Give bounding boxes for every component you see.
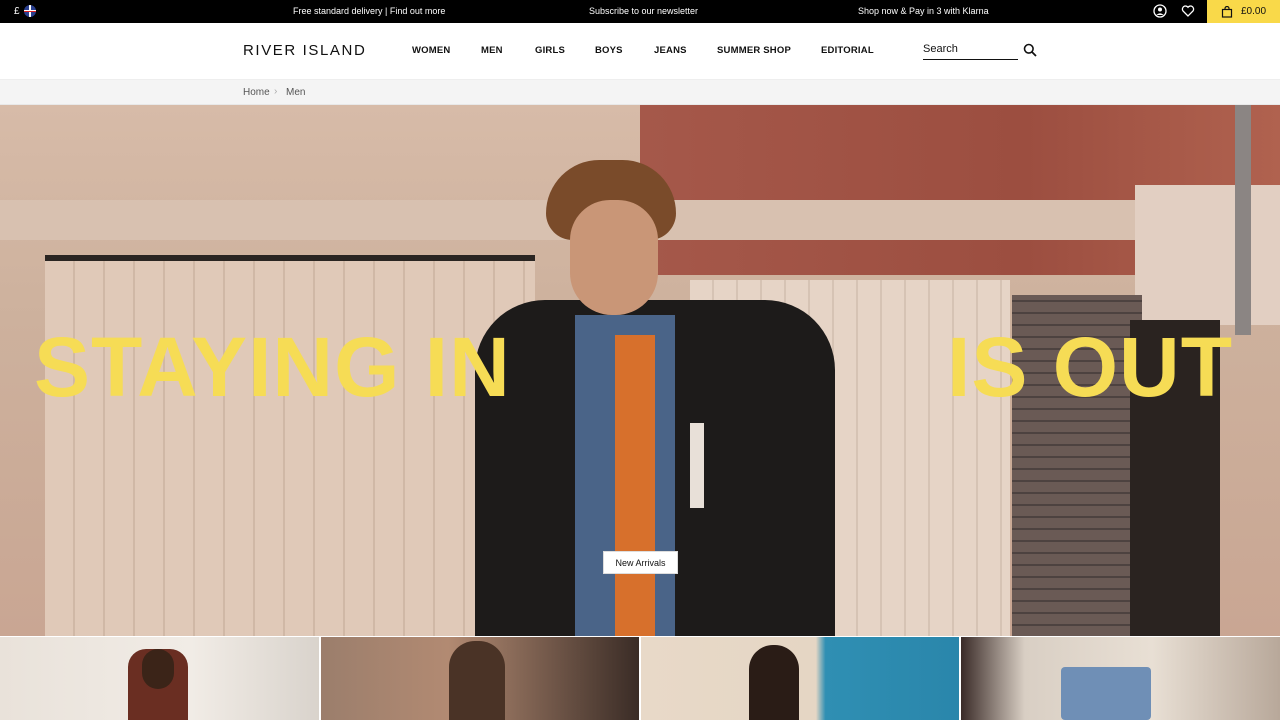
hero-model-face [570, 200, 658, 315]
account-icon[interactable] [1153, 4, 1167, 18]
search-icon[interactable] [1023, 43, 1037, 57]
hero-headline-right: IS OUT [947, 320, 1234, 414]
nav-boys[interactable]: BOYS [595, 45, 623, 56]
category-tile-3[interactable] [641, 637, 959, 720]
uk-flag-icon [23, 5, 36, 17]
nav-editorial[interactable]: EDITORIAL [821, 45, 874, 56]
category-tile-1[interactable] [0, 637, 319, 720]
promo-delivery-link[interactable]: Free standard delivery | Find out more [293, 6, 445, 16]
search-input[interactable]: Search [923, 43, 1018, 60]
shopping-bag-icon [1221, 5, 1233, 18]
nav-summer-shop[interactable]: SUMMER SHOP [717, 45, 791, 56]
tile-model [749, 645, 799, 720]
tile-model-jeans [1061, 667, 1151, 720]
new-arrivals-button[interactable]: New Arrivals [603, 551, 678, 574]
promo-bar: £ Free standard delivery | Find out more… [0, 0, 1280, 23]
hero-model-shirt [615, 335, 655, 636]
hero-drainpipe [1235, 105, 1251, 335]
currency-symbol: £ [14, 5, 20, 17]
hero-headline-left: STAYING IN [34, 320, 511, 414]
tile-model-head [142, 649, 174, 689]
hero-garage-door-left [45, 255, 535, 636]
breadcrumb-home[interactable]: Home [243, 87, 270, 98]
chevron-right-icon: › [274, 86, 278, 97]
category-tile-2[interactable] [321, 637, 639, 720]
category-tile-4[interactable] [961, 637, 1280, 720]
nav-girls[interactable]: GIRLS [535, 45, 565, 56]
bag-total: £0.00 [1241, 6, 1267, 17]
promo-newsletter-link[interactable]: Subscribe to our newsletter [589, 6, 698, 16]
nav-women[interactable]: WOMEN [412, 45, 450, 56]
river-island-logo[interactable]: RIVER ISLAND [243, 42, 366, 59]
breadcrumb: Home › Men [0, 79, 1280, 105]
hero-right-wall [1135, 185, 1280, 325]
nav-men[interactable]: MEN [481, 45, 503, 56]
breadcrumb-men: Men [286, 87, 306, 98]
hero-model-pocket [690, 423, 704, 508]
wishlist-heart-icon[interactable] [1181, 4, 1195, 18]
site-header: RIVER ISLAND WOMEN MEN GIRLS BOYS JEANS … [0, 23, 1280, 79]
bag-button[interactable]: £0.00 [1207, 0, 1280, 23]
hero-banner[interactable]: STAYING IN IS OUT New Arrivals [0, 105, 1280, 636]
tile-model [449, 641, 505, 720]
nav-jeans[interactable]: JEANS [654, 45, 687, 56]
currency-selector[interactable]: £ [14, 5, 36, 17]
promo-klarna-link[interactable]: Shop now & Pay in 3 with Klarna [858, 6, 989, 16]
